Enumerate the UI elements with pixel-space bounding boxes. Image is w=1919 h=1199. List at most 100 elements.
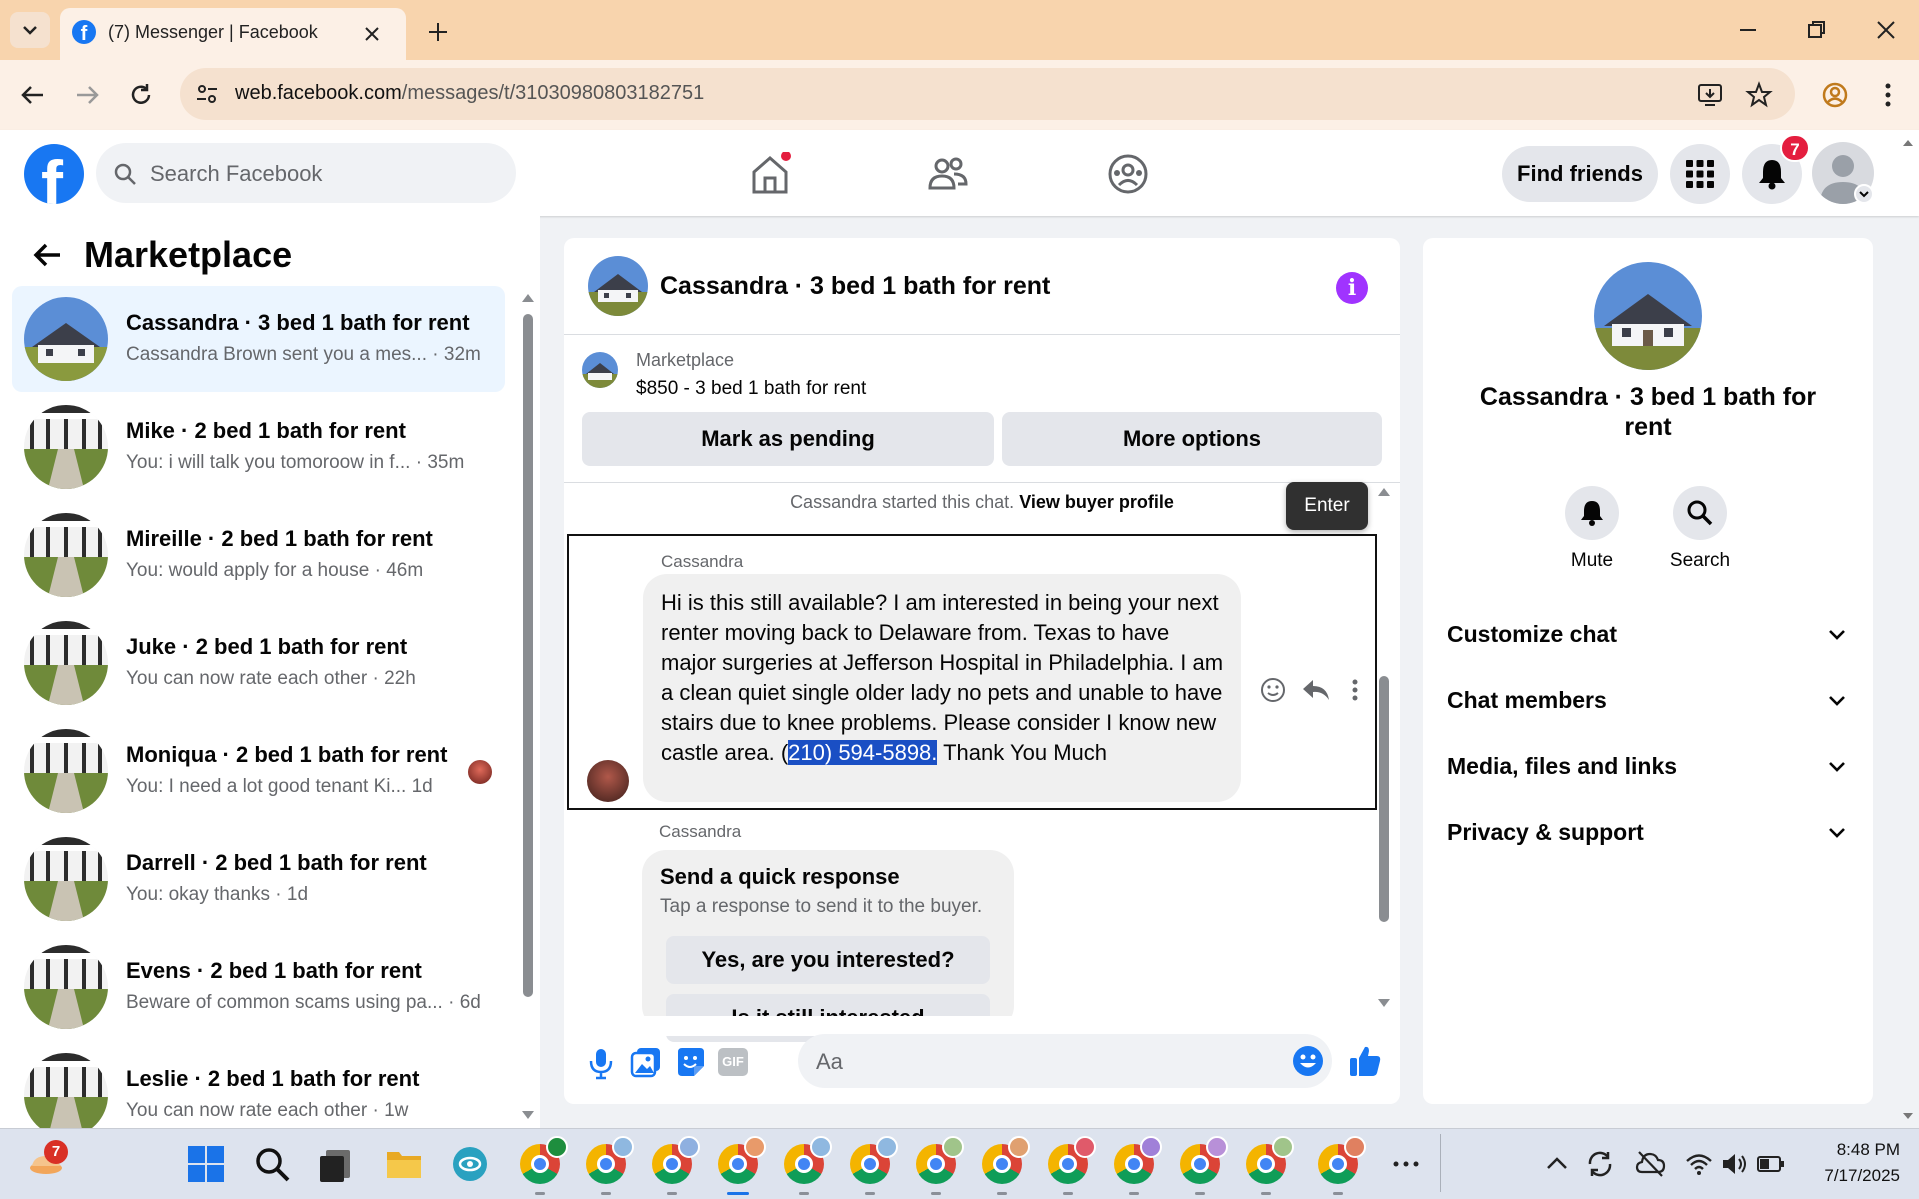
find-friends-button[interactable]: Find friends <box>1502 146 1658 202</box>
photo-icon[interactable] <box>630 1046 662 1078</box>
close-tab-icon[interactable] <box>360 22 384 46</box>
gif-icon[interactable]: GIF <box>718 1048 748 1076</box>
address-bar[interactable]: web.facebook.com/messages/t/310309808031… <box>180 68 1795 120</box>
view-buyer-profile-link[interactable]: View buyer profile <box>1019 492 1174 512</box>
search-conversation-button[interactable] <box>1673 486 1727 540</box>
info-section-row[interactable]: Customize chat <box>1447 614 1849 654</box>
minimize-icon[interactable] <box>1734 16 1762 44</box>
chrome-app-icon[interactable] <box>1048 1136 1096 1184</box>
mute-button[interactable] <box>1565 486 1619 540</box>
info-section-row[interactable]: Media, files and links <box>1447 746 1849 786</box>
tab-search-button[interactable] <box>10 12 50 48</box>
chat-scroll-down-icon[interactable] <box>1376 996 1392 1010</box>
chrome-app-icon[interactable] <box>850 1136 898 1184</box>
page-scroll-down-icon[interactable] <box>1900 1108 1916 1124</box>
page-scroll-up-icon[interactable] <box>1900 134 1916 150</box>
chat-info-button[interactable]: i <box>1336 272 1368 304</box>
conversation-item[interactable]: Mireille · 2 bed 1 bath for rent You: wou… <box>12 502 505 608</box>
message-bubble[interactable]: Hi is this still available? I am interes… <box>643 574 1241 802</box>
sidebar-scroll-down-icon[interactable] <box>520 1108 536 1122</box>
site-info-icon[interactable] <box>194 81 220 107</box>
sender-avatar[interactable] <box>587 760 629 802</box>
clock-date[interactable]: 7/17/2025 <box>1800 1166 1900 1186</box>
sidebar-scroll-up-icon[interactable] <box>520 290 536 304</box>
quick-response-option[interactable]: Yes, are you interested? <box>666 936 990 984</box>
conversation-item[interactable]: Cassandra · 3 bed 1 bath for rent Cassand… <box>12 286 505 392</box>
menu-button[interactable] <box>1670 144 1730 204</box>
bell-icon <box>1581 501 1603 526</box>
restore-icon[interactable] <box>1802 16 1830 44</box>
profile-icon[interactable] <box>1820 80 1850 110</box>
volume-icon[interactable] <box>1720 1144 1760 1184</box>
chrome-app-icon[interactable] <box>1246 1136 1294 1184</box>
chat-scroll-up-icon[interactable] <box>1376 484 1392 498</box>
chat-avatar[interactable] <box>588 256 648 316</box>
chrome-app-icon[interactable] <box>1114 1136 1162 1184</box>
more-apps-icon[interactable] <box>1386 1144 1426 1184</box>
chrome-app-icon[interactable] <box>586 1136 634 1184</box>
facebook-logo[interactable]: f <box>24 144 84 204</box>
account-menu-button[interactable] <box>1854 184 1874 204</box>
battery-icon[interactable] <box>1756 1144 1796 1184</box>
facebook-search-input[interactable]: Search Facebook <box>96 143 516 203</box>
reply-icon[interactable] <box>1301 676 1331 704</box>
listing-title[interactable]: $850 - 3 bed 1 bath for rent <box>636 378 866 400</box>
task-view-icon[interactable] <box>316 1144 356 1184</box>
home-icon[interactable] <box>748 152 792 196</box>
chat-scrollbar-thumb[interactable] <box>1379 676 1389 922</box>
cloud-off-icon[interactable] <box>1634 1144 1674 1184</box>
wifi-icon[interactable] <box>1684 1144 1724 1184</box>
mark-as-pending-button[interactable]: Mark as pending <box>582 412 994 466</box>
browser-tab[interactable]: f (7) Messenger | Facebook <box>60 8 406 60</box>
clock-time[interactable]: 8:48 PM <box>1800 1140 1900 1160</box>
message-more-icon[interactable] <box>1347 676 1363 704</box>
selected-phone-text[interactable]: 210) 594-5898. <box>788 740 938 765</box>
chrome-app-icon[interactable] <box>982 1136 1030 1184</box>
close-window-icon[interactable] <box>1872 16 1900 44</box>
search-icon[interactable] <box>252 1144 292 1184</box>
info-icon: i <box>1347 275 1357 301</box>
chrome-app-icon[interactable] <box>916 1136 964 1184</box>
info-section-row[interactable]: Privacy & support <box>1447 812 1849 852</box>
thumbs-up-icon[interactable] <box>1348 1044 1382 1078</box>
bookmark-star-icon[interactable] <box>1745 81 1773 109</box>
conversation-item[interactable]: Darrell · 2 bed 1 bath for rent You: okay… <box>12 826 505 932</box>
listing-thumbnail[interactable] <box>582 352 618 388</box>
sidebar-scrollbar-thumb[interactable] <box>523 314 533 997</box>
chrome-app-icon[interactable] <box>718 1136 766 1184</box>
conversation-item[interactable]: Mike · 2 bed 1 bath for rent You: i will … <box>12 394 505 500</box>
show-hidden-icons-icon[interactable] <box>1544 1144 1584 1184</box>
chrome-app-icon[interactable] <box>520 1136 568 1184</box>
microphone-icon[interactable] <box>586 1046 616 1080</box>
reload-icon[interactable] <box>126 80 156 110</box>
info-section-row[interactable]: Chat members <box>1447 680 1849 720</box>
windows-start-icon[interactable] <box>186 1144 226 1184</box>
conversation-item[interactable]: Evens · 2 bed 1 bath for rent Beware of c… <box>12 934 505 1040</box>
back-icon[interactable] <box>18 80 48 110</box>
forward-icon[interactable] <box>72 80 102 110</box>
chrome-app-icon[interactable] <box>652 1136 700 1184</box>
friends-icon[interactable] <box>926 152 970 196</box>
message-composer-input[interactable]: Aa <box>798 1034 1332 1088</box>
house-photo-icon <box>588 256 648 316</box>
more-options-button[interactable]: More options <box>1002 412 1382 466</box>
chrome-app-icon[interactable] <box>1180 1136 1228 1184</box>
focused-message-row[interactable]: Cassandra Hi is this still available? I … <box>567 534 1377 810</box>
profile-badge-icon <box>876 1136 898 1158</box>
file-explorer-icon[interactable] <box>384 1144 424 1184</box>
chrome-app-icon[interactable] <box>784 1136 832 1184</box>
install-app-icon[interactable] <box>1696 81 1724 109</box>
contact-avatar[interactable] <box>1594 262 1702 370</box>
back-arrow-icon[interactable] <box>30 238 64 272</box>
browser-menu-icon[interactable] <box>1876 80 1900 110</box>
sync-icon[interactable] <box>1584 1144 1624 1184</box>
app-icon[interactable] <box>450 1144 490 1184</box>
chrome-app-icon[interactable] <box>1318 1136 1366 1184</box>
new-tab-icon[interactable] <box>424 18 452 46</box>
conversation-item[interactable]: Juke · 2 bed 1 bath for rent You can now … <box>12 610 505 716</box>
groups-icon[interactable] <box>1106 152 1150 196</box>
sticker-icon[interactable] <box>674 1046 706 1078</box>
emoji-icon[interactable] <box>1292 1045 1324 1077</box>
react-emoji-icon[interactable] <box>1259 676 1287 704</box>
conversation-item[interactable]: Moniqua · 2 bed 1 bath for rent You: I ne… <box>12 718 505 824</box>
